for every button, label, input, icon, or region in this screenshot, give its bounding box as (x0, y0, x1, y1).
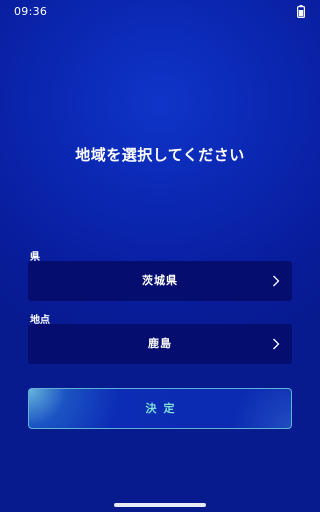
location-value: 鹿島 (148, 337, 172, 350)
confirm-button[interactable]: 決定 (28, 388, 292, 429)
prefecture-value: 茨城県 (142, 274, 178, 287)
battery-icon (297, 5, 305, 18)
page-title: 地域を選択してください (75, 146, 245, 164)
chevron-right-icon (273, 338, 280, 350)
chevron-right-icon (273, 275, 280, 287)
status-bar: 09:36 (0, 0, 320, 24)
location-selector[interactable]: 鹿島 (28, 324, 292, 364)
home-indicator[interactable] (114, 503, 206, 507)
confirm-button-label: 決定 (145, 402, 182, 415)
prefecture-selector[interactable]: 茨城県 (28, 261, 292, 301)
status-time: 09:36 (14, 5, 48, 18)
